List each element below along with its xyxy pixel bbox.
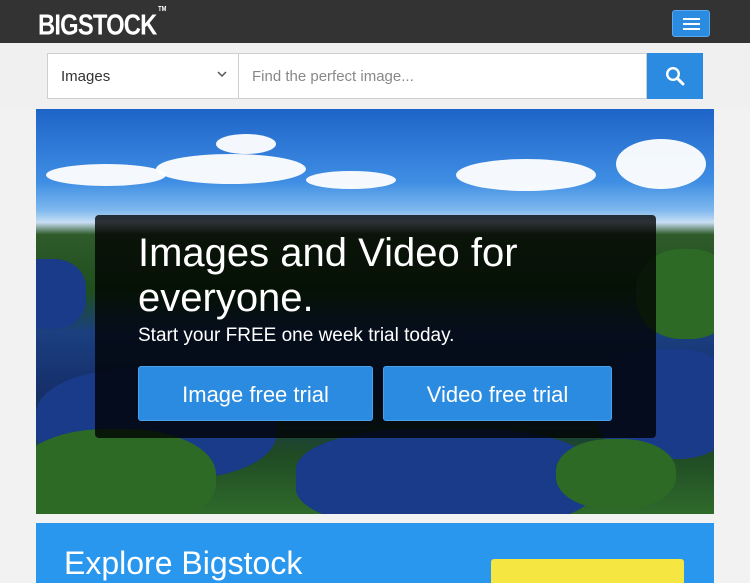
image-free-trial-button[interactable]: Image free trial [138,366,373,421]
search-icon [665,66,685,86]
bigstock-logo[interactable]: BIGSTOCKTM [38,6,166,43]
media-type-value: Images [61,68,111,85]
media-type-select[interactable]: Images [47,53,238,99]
video-free-trial-button[interactable]: Video free trial [383,366,612,421]
hamburger-icon-line [683,28,700,30]
hamburger-icon [683,18,700,20]
menu-button[interactable] [672,10,710,37]
cloud-shape [216,134,276,154]
chevron-down-icon [217,71,227,78]
explore-section: Explore Bigstock [36,523,714,583]
cloud-shape [456,159,596,191]
hero-subhead: Start your FREE one week trial today. [138,325,455,346]
top-nav-bar: BIGSTOCKTM [0,0,750,43]
cloud-shape [616,139,706,189]
hero-cta-panel: Images and Video for everyone. Start you… [95,215,656,438]
cloud-shape [46,164,166,186]
logo-trademark: TM [158,6,167,13]
search-bar: Images [0,43,750,109]
search-input[interactable] [238,53,647,99]
forest-shape [556,439,676,509]
hamburger-icon-line [683,23,700,25]
cloud-shape [306,171,396,189]
cloud-shape [156,154,306,184]
hero-headline: Images and Video for everyone. [138,231,518,320]
lake-shape [296,429,596,514]
lake-shape [36,259,86,329]
logo-text: BIGSTOCK [38,9,157,42]
search-button[interactable] [647,53,703,99]
forest-shape [36,429,216,514]
explore-title: Explore Bigstock [64,545,303,581]
